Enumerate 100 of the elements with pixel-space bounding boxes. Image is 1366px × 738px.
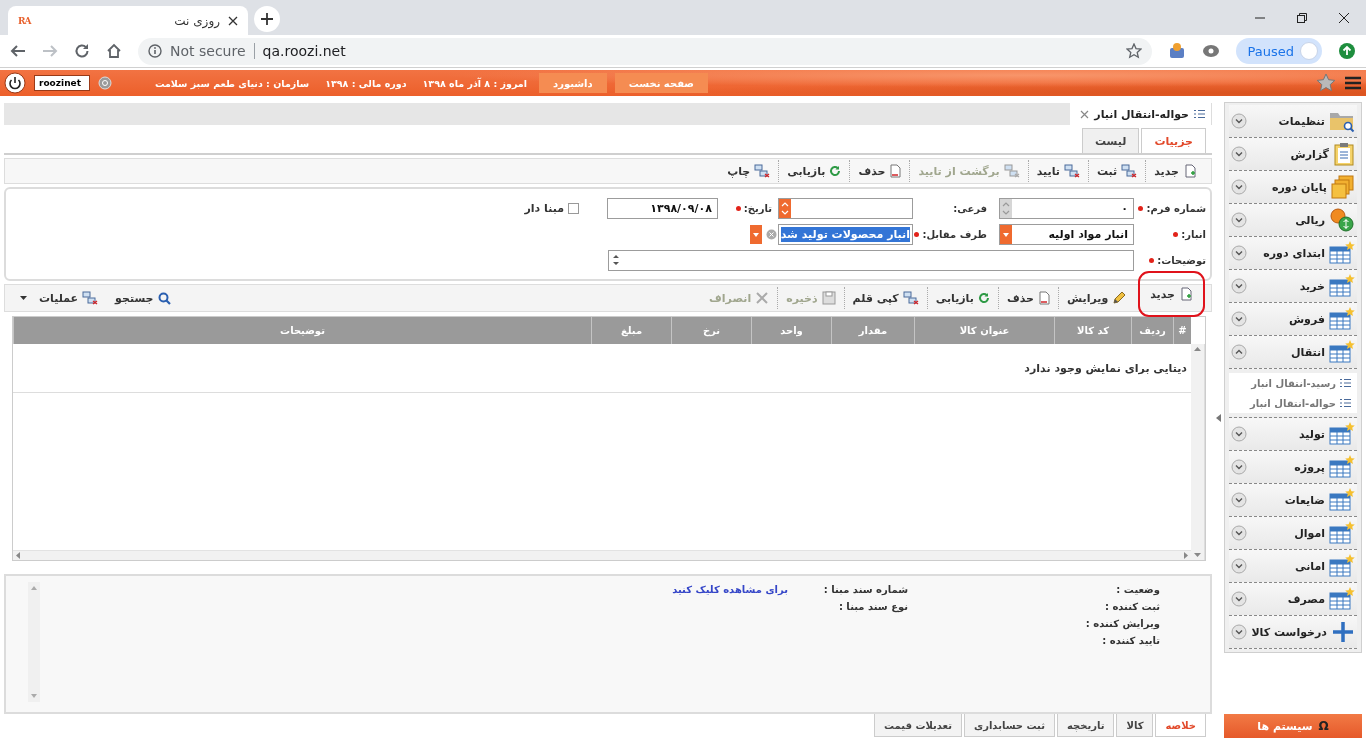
toolbar-button[interactable]: کپی قلم [843, 287, 927, 309]
chevron-down-icon [1231, 459, 1247, 475]
bottom-tab[interactable]: خلاصه [1155, 714, 1206, 737]
sidebar-subitem[interactable]: حواله-انتقال انبار [1229, 393, 1357, 413]
update-icon [1338, 42, 1356, 60]
new-tab-button[interactable] [254, 6, 280, 32]
network-icon [1003, 164, 1020, 178]
chevron-down-icon [1231, 426, 1247, 442]
checkbox[interactable] [568, 202, 579, 214]
plus-icon [261, 13, 273, 25]
bottom-tab[interactable]: تاریخچه [1056, 714, 1115, 737]
list-icon [1194, 109, 1205, 119]
caret-icon [20, 296, 27, 300]
search-icon [157, 291, 171, 305]
chevron-down-icon [1231, 624, 1247, 640]
toolbar-button[interactable]: تایید [1027, 160, 1088, 182]
network-icon [902, 291, 919, 305]
sidebar-item[interactable]: مصرف [1229, 583, 1357, 616]
toolbar-button[interactable]: حذف [849, 160, 910, 182]
description-field[interactable] [608, 249, 1134, 271]
field-label: طرف مقابل: [913, 228, 999, 240]
chevron-up-icon [1231, 344, 1247, 360]
sidebar-item[interactable]: ابتدای دوره [1229, 237, 1357, 270]
chevron-down-icon [1231, 146, 1247, 162]
summary-label: تایید کننده : [1101, 634, 1160, 648]
sidebar-item[interactable]: پروژه [1229, 451, 1357, 484]
toolbar-button[interactable]: بازیابی [926, 287, 998, 309]
bottom-tab[interactable]: کالا [1116, 714, 1154, 737]
sidebar-item[interactable]: درخواست کالا [1229, 616, 1357, 649]
bottom-tab[interactable]: تعدیلات قیمت [874, 714, 962, 737]
extension-icon [1201, 42, 1220, 60]
star-icon [1316, 73, 1336, 93]
table-star-icon [1329, 241, 1355, 265]
coins-icon [1329, 208, 1355, 232]
spinner-icon [1000, 198, 1012, 218]
toolbar-button[interactable]: حذف [997, 287, 1058, 309]
network-icon [1063, 164, 1080, 178]
bottom-tab[interactable]: ثبت حسابداری [964, 714, 1055, 737]
sidebar-item[interactable]: ضایعات [1229, 484, 1357, 517]
chevron-down-icon [1231, 212, 1247, 228]
table-star-icon [1329, 521, 1355, 545]
list-icon [1340, 398, 1351, 408]
required-mark [1173, 231, 1179, 237]
address-field[interactable]: Not secure qa.roozi.net [138, 37, 1152, 65]
warehouse-select[interactable]: انبار مواد اولیه [999, 223, 1134, 245]
view-link[interactable]: برای مشاهده کلیک کنید [588, 582, 788, 597]
sidebar-item[interactable]: گزارش [1229, 138, 1357, 171]
sidebar-item[interactable]: پایان دوره [1229, 171, 1357, 204]
header-info-text: سازمان : دنیای طعم سبز سلامت [154, 77, 310, 89]
table-star-icon [1329, 307, 1355, 331]
chevron-down-icon [1231, 278, 1247, 294]
sidebar-item[interactable]: تنظیمات [1229, 105, 1357, 138]
sidebar-subitem[interactable]: رسید-انتقال انبار [1229, 373, 1357, 393]
sidebar-item[interactable]: ریالی [1229, 204, 1357, 237]
scroll-right-icon [1184, 552, 1188, 559]
chevron-down-icon [1231, 245, 1247, 261]
pencil-icon [1112, 291, 1127, 305]
summary-label: ثبت کننده : [1103, 600, 1160, 614]
toolbar-button[interactable]: عملیات [11, 287, 107, 309]
checkbox-label: مبنا دار [524, 201, 564, 215]
sub-number-field[interactable] [778, 197, 913, 219]
toolbar-button[interactable]: جدید [1145, 160, 1205, 182]
sidebar-item[interactable]: فروش [1229, 303, 1357, 336]
network-icon [82, 291, 99, 305]
field-label: فرعی: [952, 202, 988, 214]
view-tab[interactable]: لیست [1081, 128, 1140, 153]
scroll-left-icon [16, 552, 20, 559]
toolbar-button[interactable]: جستجو [106, 287, 179, 309]
clipboard-icon [1333, 142, 1355, 166]
table-star-icon [1329, 455, 1355, 479]
sidebar-item[interactable]: اموال [1229, 517, 1357, 550]
profile-button[interactable]: Paused [1235, 38, 1322, 64]
toolbar-button[interactable]: چاپ [718, 160, 779, 182]
cancel-icon [755, 291, 770, 305]
scroll-up-icon [1194, 347, 1201, 351]
view-tab[interactable]: جزییات [1141, 128, 1206, 153]
plus-icon [1331, 620, 1355, 644]
toolbar-button[interactable]: ثبت [1087, 160, 1146, 182]
close-icon [1338, 11, 1350, 24]
extension-icon [1167, 42, 1186, 60]
delete-document-icon [1037, 291, 1050, 305]
refresh-icon [977, 292, 990, 304]
toolbar-button[interactable]: بازیابی [778, 160, 850, 182]
field-label: تاریخ: [718, 202, 778, 214]
sidebar-item[interactable]: تولید [1229, 418, 1357, 451]
forward-arrow-icon [42, 43, 58, 59]
table-star-icon [1329, 422, 1355, 446]
toolbar-button[interactable]: ویرایش [1057, 287, 1135, 309]
field-label: توضیحات: [1134, 254, 1210, 266]
summary-label: وضعیت : [1115, 583, 1160, 597]
sidebar-item[interactable]: امانی [1229, 550, 1357, 583]
menu-icon [1344, 75, 1362, 91]
sidebar-item[interactable]: خرید [1229, 270, 1357, 303]
document-tab[interactable]: حواله-انتقال انبار [1070, 103, 1211, 125]
home-icon [106, 43, 122, 59]
date-field[interactable]: ۱۳۹۸/۰۹/۰۸ [607, 197, 718, 219]
table-star-icon [1329, 340, 1355, 364]
sidebar-item[interactable]: انتقال [1229, 336, 1357, 369]
security-label: Not secure [170, 43, 246, 59]
header-info-text: امروز : ۸ آذر ماه ۱۳۹۸ [422, 77, 527, 89]
